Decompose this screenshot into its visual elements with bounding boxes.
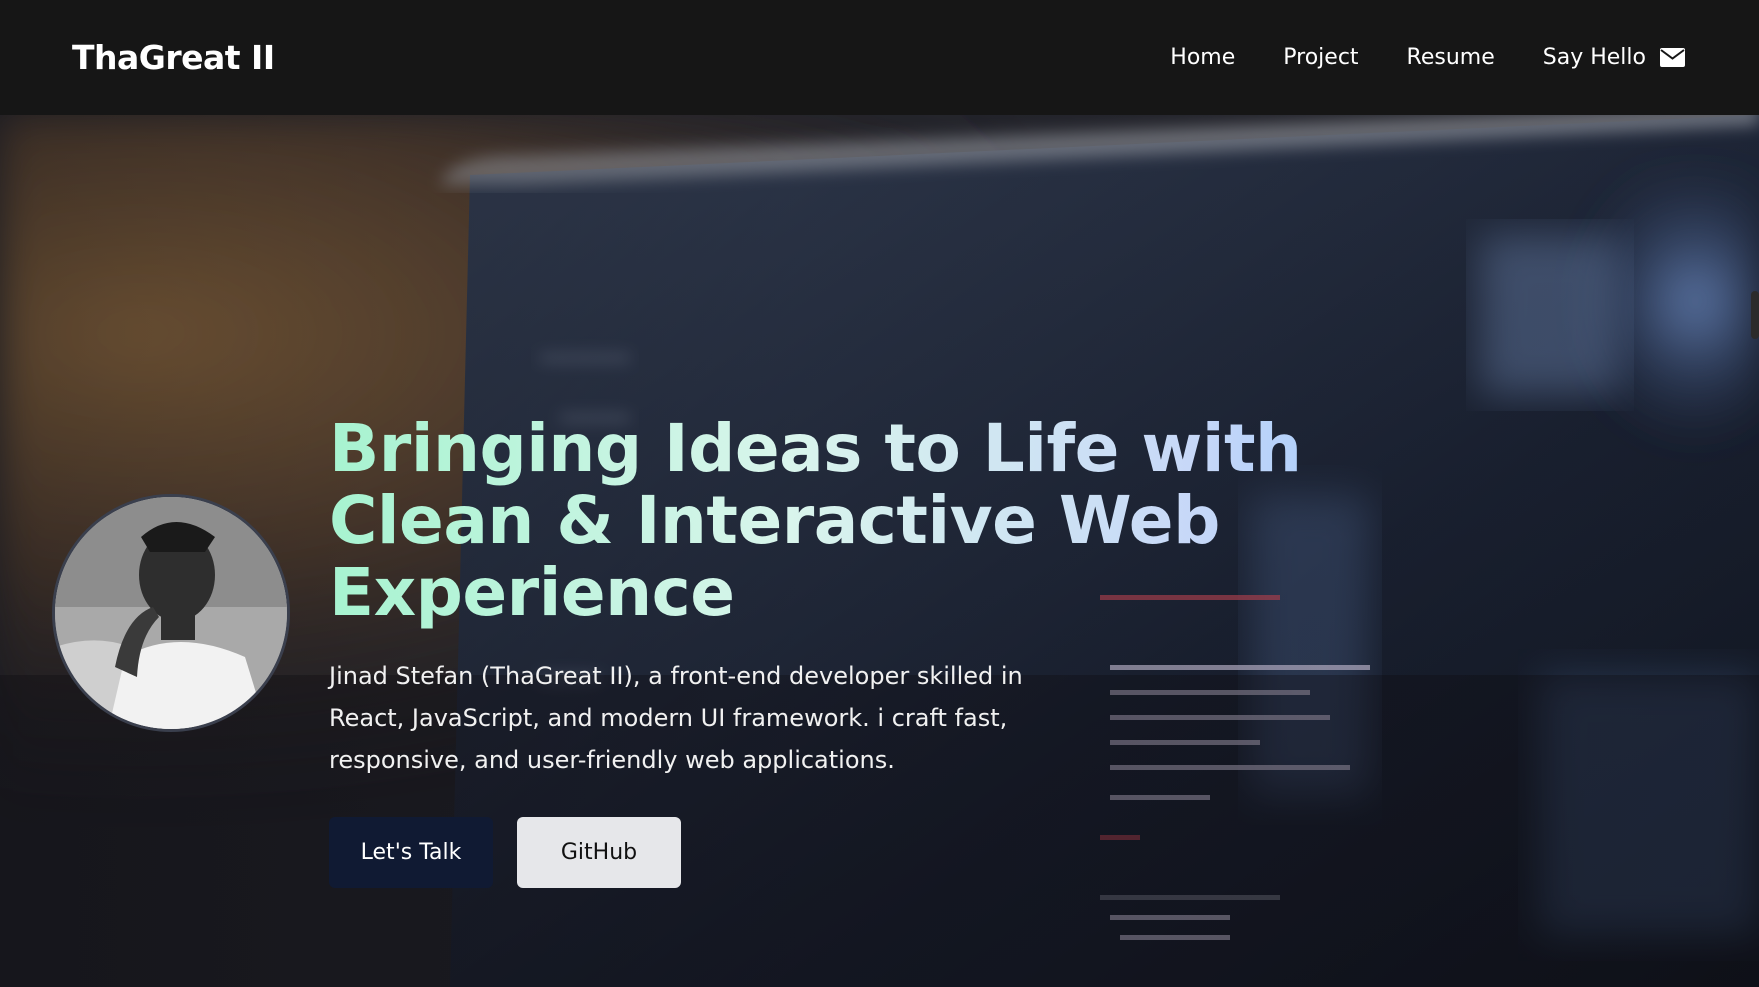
nav-link-say-hello-label: Say Hello [1542, 45, 1646, 70]
github-button[interactable]: GitHub [517, 817, 681, 888]
nav-link-project[interactable]: Project [1283, 45, 1358, 70]
lets-talk-button[interactable]: Let's Talk [329, 817, 493, 888]
nav-link-resume[interactable]: Resume [1407, 45, 1495, 70]
scrollbar-thumb[interactable] [1751, 291, 1759, 339]
mail-icon [1660, 48, 1685, 67]
hero-subtitle: Jinad Stefan (ThaGreat II), a front-end … [329, 662, 1023, 774]
hero-buttons: Let's Talk GitHub [329, 817, 1509, 888]
profile-photo [55, 497, 287, 729]
hero-content: Bringing Ideas to Life with Clean & Inte… [329, 413, 1509, 888]
hero-section: Bringing Ideas to Life with Clean & Inte… [0, 115, 1759, 987]
nav-link-say-hello[interactable]: Say Hello [1543, 45, 1685, 70]
nav-links: Home Project Resume Say Hello [1170, 45, 1685, 70]
nav-link-resume-label: Resume [1406, 45, 1495, 70]
nav-link-project-label: Project [1283, 45, 1359, 70]
avatar [52, 494, 290, 732]
navbar: ThaGreat II Home Project Resume Say Hell… [0, 0, 1759, 115]
nav-link-home[interactable]: Home [1170, 45, 1235, 70]
nav-link-home-label: Home [1170, 45, 1236, 70]
hero-title: Bringing Ideas to Life with Clean & Inte… [329, 413, 1479, 629]
brand-logo[interactable]: ThaGreat II [72, 38, 275, 77]
